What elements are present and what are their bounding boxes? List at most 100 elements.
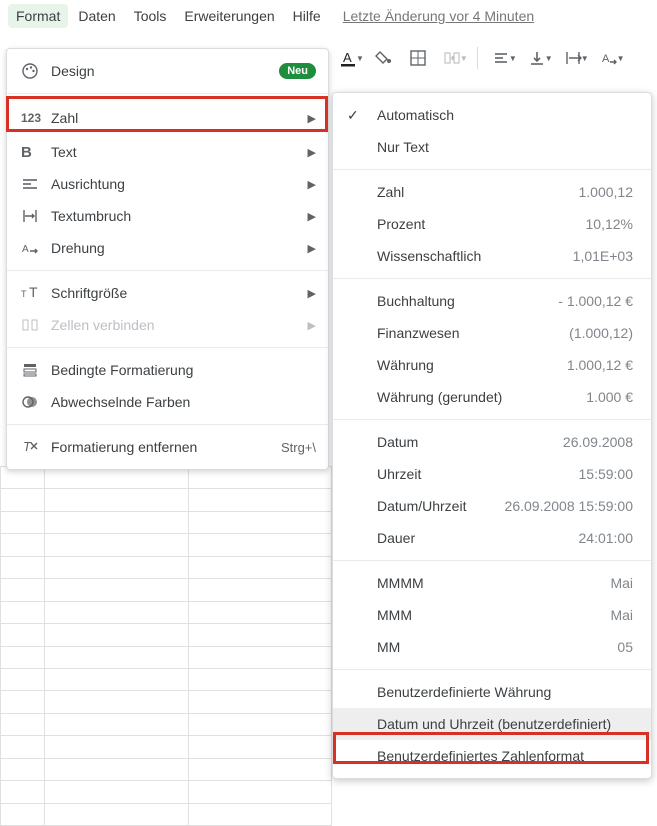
- menu-hilfe[interactable]: Hilfe: [285, 4, 329, 28]
- sub-mmm[interactable]: MMM Mai: [333, 599, 651, 631]
- number-icon: 123: [21, 111, 45, 125]
- menu-label: Bedingte Formatierung: [45, 362, 316, 378]
- dropdown-icon[interactable]: ▼: [460, 54, 468, 63]
- last-change-link[interactable]: Letzte Änderung vor 4 Minuten: [343, 8, 534, 24]
- sub-label: Datum/Uhrzeit: [371, 498, 505, 514]
- sub-datum[interactable]: Datum 26.09.2008: [333, 426, 651, 458]
- sub-label: Uhrzeit: [371, 466, 579, 482]
- sub-example: 1.000,12 €: [567, 357, 633, 373]
- sub-wissenschaftlich[interactable]: Wissenschaftlich 1,01E+03: [333, 240, 651, 272]
- sub-example: 1.000,12: [579, 184, 634, 200]
- merge-icon: [21, 316, 45, 334]
- sub-label: Automatisch: [371, 107, 633, 123]
- menu-separator: [333, 419, 651, 420]
- menu-zahl[interactable]: 123 Zahl ▶: [7, 100, 328, 136]
- shortcut-text: Strg+\: [281, 440, 316, 455]
- menu-separator: [7, 270, 328, 271]
- menu-bedingte-formatierung[interactable]: Bedingte Formatierung: [7, 354, 328, 386]
- sub-label: Nur Text: [371, 139, 633, 155]
- menu-label: Design: [45, 63, 279, 79]
- menu-text[interactable]: B Text ▶: [7, 136, 328, 168]
- sub-datum-uhrzeit-benutzerdefiniert[interactable]: Datum und Uhrzeit (benutzerdefiniert): [333, 708, 651, 740]
- menu-design[interactable]: Design Neu: [7, 55, 328, 87]
- menu-label: Textumbruch: [45, 208, 308, 224]
- sub-label: MM: [371, 639, 617, 655]
- sub-label: Buchhaltung: [371, 293, 558, 309]
- sub-finanzwesen[interactable]: Finanzwesen (1.000,12): [333, 317, 651, 349]
- dropdown-icon[interactable]: ▼: [356, 54, 364, 63]
- svg-text:A: A: [343, 50, 352, 65]
- menu-format[interactable]: Format: [8, 4, 68, 28]
- menu-erweiterungen[interactable]: Erweiterungen: [176, 4, 282, 28]
- sub-label: MMM: [371, 607, 610, 623]
- sub-example: 05: [617, 639, 633, 655]
- chevron-right-icon: ▶: [308, 146, 316, 159]
- sub-benutzerdefiniertes-zahlenformat[interactable]: Benutzerdefiniertes Zahlenformat: [333, 740, 651, 772]
- dropdown-icon[interactable]: ▼: [581, 54, 589, 63]
- menu-abwechselnde-farben[interactable]: Abwechselnde Farben: [7, 386, 328, 418]
- dropdown-icon[interactable]: ▼: [545, 54, 553, 63]
- check-icon: ✓: [347, 107, 371, 124]
- menu-tools[interactable]: Tools: [126, 4, 175, 28]
- menu-textumbruch[interactable]: Textumbruch ▶: [7, 200, 328, 232]
- sub-example: Mai: [610, 575, 633, 591]
- menu-schriftgroesse[interactable]: TT Schriftgröße ▶: [7, 277, 328, 309]
- chevron-right-icon: ▶: [308, 287, 316, 300]
- sub-label: Währung (gerundet): [371, 389, 586, 405]
- alternating-colors-icon: [21, 393, 45, 411]
- sub-dauer[interactable]: Dauer 24:01:00: [333, 522, 651, 554]
- menu-drehung[interactable]: A Drehung ▶: [7, 232, 328, 264]
- sub-prozent[interactable]: Prozent 10,12%: [333, 208, 651, 240]
- sub-label: Zahl: [371, 184, 579, 200]
- sub-datum-uhrzeit[interactable]: Datum/Uhrzeit 26.09.2008 15:59:00: [333, 490, 651, 522]
- sub-label: Dauer: [371, 530, 579, 546]
- menu-formatierung-entfernen[interactable]: T Formatierung entfernen Strg+\: [7, 431, 328, 463]
- sub-example: 1.000 €: [586, 389, 633, 405]
- sub-mm[interactable]: MM 05: [333, 631, 651, 663]
- sub-label: MMMM: [371, 575, 610, 591]
- palette-icon: [21, 62, 45, 80]
- sub-benutzerdefinierte-waehrung[interactable]: Benutzerdefinierte Währung: [333, 676, 651, 708]
- dropdown-icon[interactable]: ▼: [509, 54, 517, 63]
- spreadsheet-grid[interactable]: [0, 466, 332, 826]
- menu-label: Formatierung entfernen: [45, 439, 281, 455]
- sub-example: 10,12%: [586, 216, 633, 232]
- sub-example: 26.09.2008: [563, 434, 633, 450]
- sub-mmmm[interactable]: MMMM Mai: [333, 567, 651, 599]
- sub-label: Währung: [371, 357, 567, 373]
- sub-waehrung[interactable]: Währung 1.000,12 €: [333, 349, 651, 381]
- sub-label: Wissenschaftlich: [371, 248, 573, 264]
- menu-zellen-verbinden: Zellen verbinden ▶: [7, 309, 328, 341]
- menu-separator: [7, 93, 328, 94]
- sub-zahl[interactable]: Zahl 1.000,12: [333, 176, 651, 208]
- sub-buchhaltung[interactable]: Buchhaltung - 1.000,12 €: [333, 285, 651, 317]
- menu-separator: [7, 347, 328, 348]
- menu-daten[interactable]: Daten: [70, 4, 123, 28]
- sub-waehrung-gerundet[interactable]: Währung (gerundet) 1.000 €: [333, 381, 651, 413]
- menubar: Format Daten Tools Erweiterungen Hilfe L…: [0, 0, 657, 32]
- menu-ausrichtung[interactable]: Ausrichtung ▶: [7, 168, 328, 200]
- menu-separator: [333, 169, 651, 170]
- borders-button[interactable]: [404, 44, 432, 72]
- sub-label: Benutzerdefiniertes Zahlenformat: [371, 748, 633, 764]
- menu-label: Drehung: [45, 240, 308, 256]
- sub-label: Datum und Uhrzeit (benutzerdefiniert): [371, 716, 633, 732]
- sub-label: Datum: [371, 434, 563, 450]
- dropdown-icon[interactable]: ▼: [617, 54, 625, 63]
- toolbar-separator: [477, 47, 478, 69]
- menu-label: Zahl: [45, 110, 308, 126]
- sub-nur-text[interactable]: Nur Text: [333, 131, 651, 163]
- rotation-icon: A: [21, 239, 45, 257]
- sub-example: 24:01:00: [579, 530, 634, 546]
- fill-color-button[interactable]: [370, 44, 398, 72]
- clear-format-icon: T: [21, 438, 45, 456]
- format-menu: Design Neu 123 Zahl ▶ B Text ▶ Ausrichtu…: [6, 48, 329, 470]
- menu-separator: [333, 669, 651, 670]
- sub-uhrzeit[interactable]: Uhrzeit 15:59:00: [333, 458, 651, 490]
- svg-text:A: A: [22, 244, 29, 255]
- chevron-right-icon: ▶: [308, 210, 316, 223]
- sub-automatisch[interactable]: ✓ Automatisch: [333, 99, 651, 131]
- neu-badge: Neu: [279, 63, 316, 79]
- menu-label: Abwechselnde Farben: [45, 394, 316, 410]
- menu-label: Schriftgröße: [45, 285, 308, 301]
